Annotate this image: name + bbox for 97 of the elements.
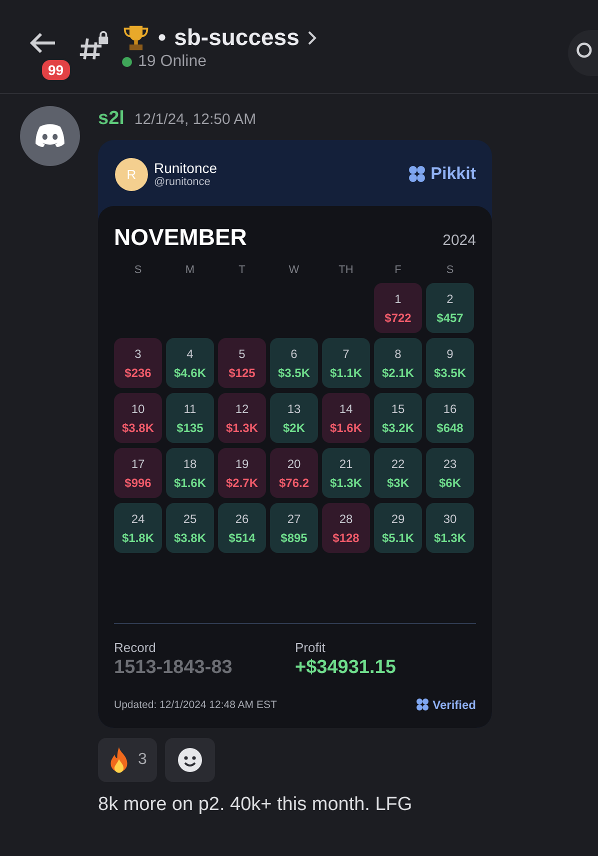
day-amount: $3.5K [434, 366, 466, 380]
day-amount: $2K [282, 420, 305, 434]
day-amount: $2.7K [226, 476, 258, 490]
day-amount: $1.6K [330, 420, 362, 434]
day-amount: $3K [386, 476, 409, 490]
updated-text: Updated: 12/1/2024 12:48 AM EST [114, 698, 277, 710]
day-amount: $3.5K [278, 366, 310, 380]
day-number: 22 [391, 456, 405, 470]
day-number: 17 [131, 456, 145, 470]
day-number: 15 [391, 402, 405, 416]
day-amount: $3.8K [174, 530, 206, 544]
day-amount: $76.2 [278, 476, 310, 490]
year-label: 2024 [442, 232, 476, 249]
day-amount: $1.3K [226, 420, 258, 434]
back-button[interactable] [28, 30, 58, 54]
day-number: 24 [131, 512, 145, 526]
day-number: 18 [183, 456, 197, 470]
day-number: 16 [443, 402, 457, 416]
day-number: 5 [238, 346, 246, 360]
day-amount: $128 [332, 530, 360, 544]
day-number: 3 [134, 346, 142, 360]
unread-badge: 99 [40, 58, 72, 82]
day-amount: $3.8K [122, 420, 154, 434]
day-number: 21 [339, 456, 353, 470]
day-number: 7 [342, 346, 350, 360]
weekday-label: S [445, 264, 455, 276]
record-label: Record [114, 640, 157, 655]
chevron-icon [307, 30, 318, 46]
day-number: 9 [446, 346, 454, 360]
day-amount: $457 [436, 310, 464, 324]
day-number: 14 [339, 402, 353, 416]
day-number: 27 [287, 512, 301, 526]
day-amount: $4.6K [174, 366, 206, 380]
profit-label: Profit [295, 640, 326, 655]
day-amount: $895 [280, 530, 308, 544]
channel-name[interactable]: sb-success [174, 24, 300, 51]
weekday-label: W [288, 264, 300, 276]
day-number: 26 [235, 512, 249, 526]
day-amount: $722 [384, 310, 412, 324]
message-text: 8k more on p2. 40k+ this month. LFG [98, 794, 414, 816]
verified-label: Verified [432, 698, 476, 712]
clover-icon [406, 164, 427, 184]
reaction-count: 3 [138, 751, 147, 769]
day-number: 20 [287, 456, 301, 470]
record-value: 1513-1843-83 [114, 657, 234, 679]
day-amount: $1.8K [122, 530, 154, 544]
weekday-label: M [184, 264, 196, 276]
brand-name: Pikkit [430, 164, 476, 184]
month-title: NOVEMBER [114, 224, 247, 251]
day-number: 10 [131, 402, 145, 416]
day-amount: $135 [176, 420, 204, 434]
day-number: 23 [443, 456, 457, 470]
day-amount: $996 [124, 476, 152, 490]
day-number: 4 [186, 346, 194, 360]
day-number: 19 [235, 456, 249, 470]
timestamp: 12/1/24, 12:50 AM [134, 111, 256, 128]
profile-handle: @runitonce [154, 176, 212, 188]
day-number: 2 [446, 292, 454, 306]
day-number: 11 [184, 402, 196, 416]
day-amount: $2.1K [382, 366, 414, 380]
day-amount: $5.1K [382, 530, 414, 544]
online-dot [122, 56, 132, 66]
weekday-label: T [238, 264, 246, 276]
profile-avatar: R [115, 158, 148, 190]
day-number: 25 [183, 512, 197, 526]
day-amount: $1.1K [330, 366, 362, 380]
day-amount: $6K [438, 476, 461, 490]
profile-name: Runitonce [154, 160, 218, 176]
online-count: 19 Online [138, 52, 206, 70]
day-amount: $236 [124, 366, 152, 380]
locked-channel-icon [78, 30, 110, 62]
profit-value: +$34931.15 [295, 657, 396, 679]
weekday-label: TH [338, 264, 354, 276]
weekday-label: S [133, 264, 143, 276]
day-number: 30 [443, 512, 457, 526]
fire-icon [108, 746, 130, 774]
day-amount: $1.3K [434, 530, 466, 544]
day-number: 13 [287, 402, 301, 416]
day-number: 28 [339, 512, 353, 526]
day-amount: $3.2K [382, 420, 414, 434]
day-number: 1 [394, 292, 402, 306]
reaction-button[interactable]: 3 [98, 738, 157, 782]
day-amount: $1.3K [330, 476, 362, 490]
day-amount: $1.6K [174, 476, 206, 490]
day-amount: $648 [436, 420, 464, 434]
day-amount: $514 [228, 530, 256, 544]
separator-dot: • [158, 24, 166, 51]
day-number: 8 [394, 346, 402, 360]
day-amount: $125 [228, 366, 256, 380]
smiley-icon [176, 747, 203, 773]
add-reaction-button[interactable] [164, 738, 215, 782]
weekday-label: F [394, 264, 402, 276]
day-number: 12 [235, 402, 249, 416]
day-number: 29 [391, 512, 405, 526]
author-name[interactable]: s2l [98, 108, 124, 130]
clover-icon [414, 697, 430, 712]
day-number: 6 [290, 346, 298, 360]
